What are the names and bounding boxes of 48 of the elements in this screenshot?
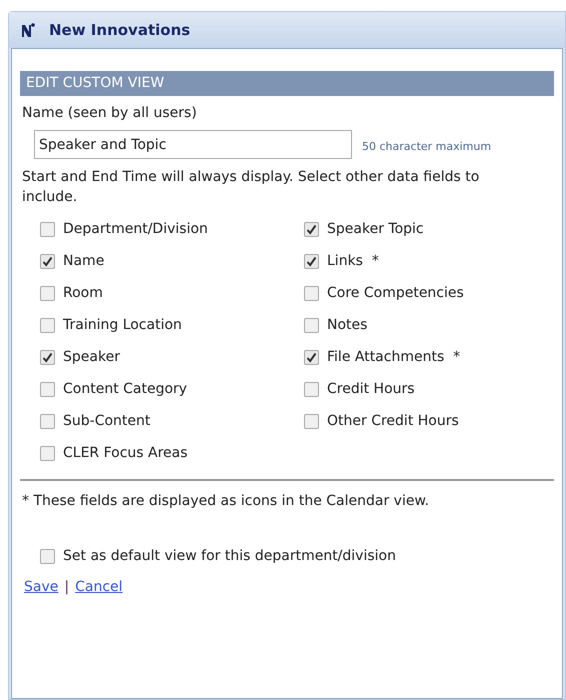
save-link[interactable]: Save xyxy=(24,577,58,598)
checkmark-icon xyxy=(306,224,317,234)
checkbox-label: Core Competencies xyxy=(327,284,464,302)
checkbox[interactable] xyxy=(40,222,55,236)
checkbox-label: Content Category xyxy=(63,380,188,398)
link-separator: | xyxy=(64,578,70,597)
checkbox[interactable] xyxy=(40,549,55,564)
checkbox[interactable] xyxy=(304,222,319,236)
checkbox-label: File Attachments * xyxy=(327,348,460,366)
logo-icon xyxy=(21,22,35,38)
checkbox-label: Other Credit Hours xyxy=(327,412,459,430)
checkbox[interactable] xyxy=(304,382,319,396)
checkbox-label: Sub-Content xyxy=(63,412,150,430)
checkbox-label: Notes xyxy=(327,316,368,334)
checkmark-icon xyxy=(306,352,317,362)
checkbox-label: Training Location xyxy=(63,316,182,334)
checkbox[interactable] xyxy=(40,382,55,396)
checkbox[interactable] xyxy=(304,286,319,300)
checkbox-label: Set as default view for this department/division xyxy=(63,547,396,566)
checkbox-label: Speaker xyxy=(63,348,120,366)
checkbox[interactable] xyxy=(40,318,55,332)
footnote-text: * These fields are displayed as icons in the Calendar view. xyxy=(22,492,430,511)
checkbox[interactable] xyxy=(40,254,55,268)
checkmark-icon xyxy=(42,256,53,266)
checkbox-label: Name xyxy=(63,252,104,270)
character-limit-hint: 50 character maximum xyxy=(362,138,492,154)
checkbox[interactable] xyxy=(304,318,319,332)
checkmark-icon xyxy=(306,256,317,266)
checkbox-label: Speaker Topic xyxy=(327,220,424,238)
checkbox[interactable] xyxy=(40,446,55,460)
checkbox[interactable] xyxy=(40,350,55,364)
checkbox-label: Links * xyxy=(327,252,379,270)
checkmark-icon xyxy=(42,352,53,362)
checkbox[interactable] xyxy=(40,414,55,428)
field-label: Name (seen by all users) xyxy=(22,104,198,123)
checkbox[interactable] xyxy=(304,254,319,268)
cancel-link[interactable]: Cancel xyxy=(75,577,123,598)
checkbox-label: Department/Division xyxy=(63,220,208,238)
checkbox-label: CLER Focus Areas xyxy=(63,444,188,462)
checkbox[interactable] xyxy=(304,350,319,364)
checkbox[interactable] xyxy=(40,286,55,300)
section-header: EDIT CUSTOM VIEW xyxy=(20,71,554,96)
checkbox-label: Credit Hours xyxy=(327,380,415,398)
name-field[interactable]: Speaker and Topic xyxy=(34,130,352,159)
window-title: New Innovations xyxy=(49,20,190,41)
checkbox[interactable] xyxy=(304,414,319,428)
checkbox-label: Room xyxy=(63,284,103,302)
instructions-text: Start and End Time will always display. Select other data fields to include. xyxy=(22,168,480,207)
